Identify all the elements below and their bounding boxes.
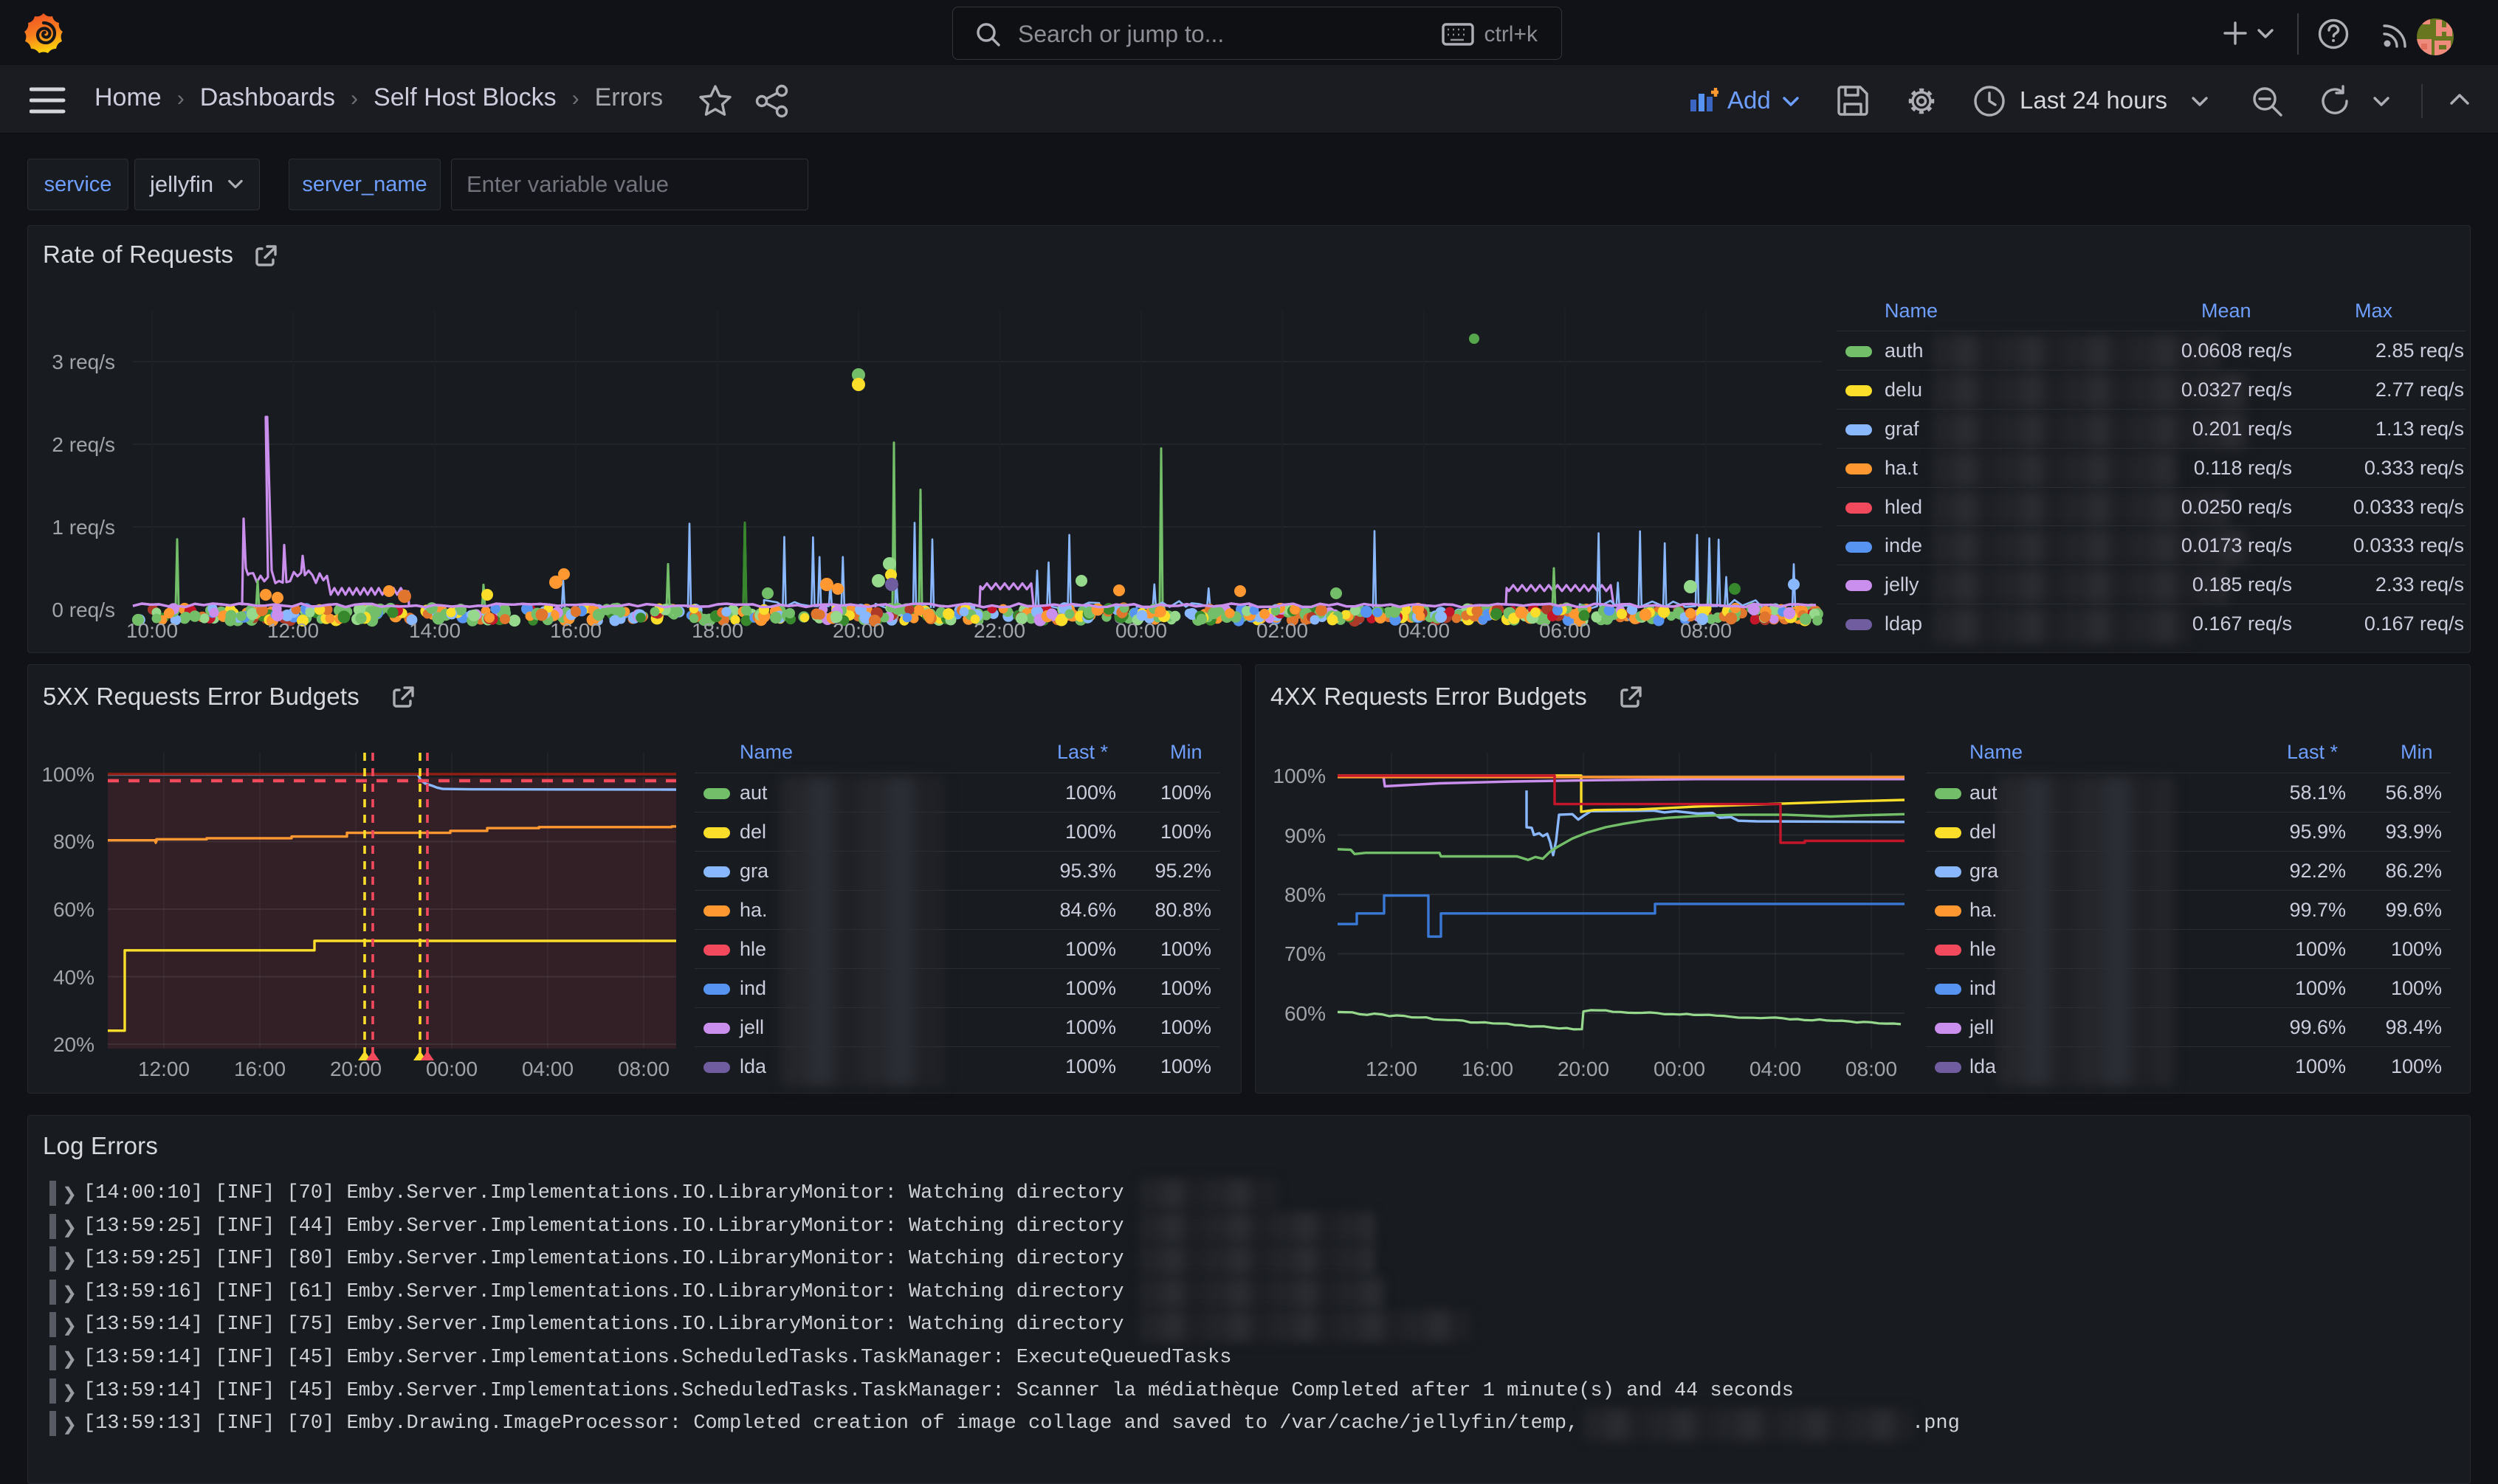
svg-text:60%: 60% — [1284, 1002, 1326, 1025]
svg-text:04:00: 04:00 — [522, 1057, 574, 1080]
svg-text:100%: 100% — [41, 763, 94, 786]
svg-text:0 req/s: 0 req/s — [52, 598, 115, 621]
svg-text:90%: 90% — [1284, 824, 1326, 847]
svg-text:20:00: 20:00 — [833, 619, 884, 642]
svg-text:08:00: 08:00 — [1845, 1057, 1897, 1080]
svg-text:08:00: 08:00 — [618, 1057, 670, 1080]
svg-text:20:00: 20:00 — [1558, 1057, 1609, 1080]
svg-text:40%: 40% — [53, 966, 94, 989]
svg-text:00:00: 00:00 — [1115, 619, 1167, 642]
svg-text:16:00: 16:00 — [234, 1057, 286, 1080]
svg-text:04:00: 04:00 — [1398, 619, 1450, 642]
svg-text:02:00: 02:00 — [1256, 619, 1308, 642]
svg-text:12:00: 12:00 — [267, 619, 319, 642]
svg-text:100%: 100% — [1273, 765, 1326, 787]
svg-text:3 req/s: 3 req/s — [52, 351, 115, 373]
svg-text:00:00: 00:00 — [426, 1057, 478, 1080]
svg-text:2 req/s: 2 req/s — [52, 433, 115, 456]
svg-text:10:00: 10:00 — [126, 619, 178, 642]
svg-text:20%: 20% — [53, 1033, 94, 1056]
svg-text:16:00: 16:00 — [1462, 1057, 1513, 1080]
svg-text:22:00: 22:00 — [974, 619, 1025, 642]
svg-text:04:00: 04:00 — [1749, 1057, 1801, 1080]
svg-text:06:00: 06:00 — [1539, 619, 1591, 642]
svg-text:12:00: 12:00 — [1366, 1057, 1417, 1080]
svg-text:20:00: 20:00 — [330, 1057, 382, 1080]
svg-text:16:00: 16:00 — [550, 619, 602, 642]
svg-text:80%: 80% — [53, 830, 94, 853]
svg-text:60%: 60% — [53, 898, 94, 921]
svg-text:1 req/s: 1 req/s — [52, 516, 115, 539]
svg-text:70%: 70% — [1284, 942, 1326, 965]
svg-text:80%: 80% — [1284, 883, 1326, 906]
svg-text:00:00: 00:00 — [1654, 1057, 1705, 1080]
svg-text:14:00: 14:00 — [409, 619, 461, 642]
svg-text:08:00: 08:00 — [1680, 619, 1732, 642]
svg-text:18:00: 18:00 — [692, 619, 743, 642]
svg-text:12:00: 12:00 — [138, 1057, 190, 1080]
